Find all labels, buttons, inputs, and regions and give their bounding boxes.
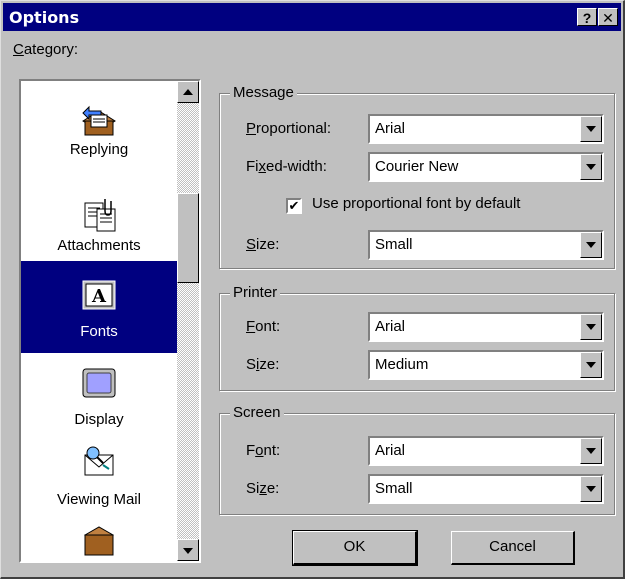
attachments-icon <box>79 195 119 235</box>
arrow-down-icon <box>183 548 193 554</box>
category-item-partial[interactable] <box>21 521 177 561</box>
use-proportional-checkbox[interactable]: ✔ <box>286 198 302 214</box>
proportional-label: Proportional: <box>246 120 332 137</box>
printer-group: Printer Font: Arial Size: Medium <box>219 284 615 391</box>
ok-button[interactable]: OK <box>292 530 418 566</box>
chevron-down-icon <box>586 126 596 132</box>
dropdown-button[interactable] <box>580 232 602 258</box>
category-item-label: Attachments <box>57 237 141 254</box>
message-size-label: Size: <box>246 236 280 253</box>
printer-size-select[interactable]: Medium <box>368 350 604 380</box>
category-item-attachments[interactable]: Attachments <box>21 183 177 265</box>
dropdown-button[interactable] <box>580 438 602 464</box>
replying-icon <box>79 101 119 141</box>
screen-legend: Screen <box>230 404 284 421</box>
screen-font-value: Arial <box>375 442 406 459</box>
printer-size-value: Medium <box>375 356 429 373</box>
printer-legend: Printer <box>230 284 281 301</box>
scroll-up-button[interactable] <box>177 81 199 103</box>
close-button[interactable]: ✕ <box>598 8 618 26</box>
arrow-up-icon <box>183 89 193 95</box>
printer-font-select[interactable]: Arial <box>368 312 604 342</box>
chevron-down-icon <box>586 362 596 368</box>
options-dialog: Options ? ✕ Category: Replying Attachmen… <box>0 0 625 579</box>
category-item-label: Viewing Mail <box>57 491 141 508</box>
help-button[interactable]: ? <box>577 8 597 26</box>
category-scrollbar[interactable] <box>177 81 199 561</box>
printer-size-label: Size: <box>246 356 280 373</box>
category-item-viewing-mail[interactable]: Viewing Mail <box>21 439 177 521</box>
category-list[interactable]: Replying Attachments A Fonts Display Vie… <box>19 79 201 563</box>
category-item-replying[interactable]: Replying <box>21 81 177 163</box>
use-proportional-label[interactable]: Use proportional font by default <box>312 195 520 212</box>
message-group: Message Proportional: Arial Fixed-width:… <box>219 84 615 269</box>
scroll-thumb[interactable] <box>177 193 199 283</box>
chevron-down-icon <box>586 242 596 248</box>
message-size-value: Small <box>375 236 413 253</box>
screen-group: Screen Font: Arial Size: Small <box>219 404 615 515</box>
category-item-fonts[interactable]: A Fonts <box>21 261 177 353</box>
printer-font-label: Font: <box>246 318 281 335</box>
category-item-display[interactable]: Display <box>21 357 177 439</box>
cancel-button[interactable]: Cancel <box>451 531 575 565</box>
scroll-down-button[interactable] <box>177 539 199 561</box>
display-icon <box>79 363 119 403</box>
category-item-label: Display <box>74 411 124 428</box>
chevron-down-icon <box>586 448 596 454</box>
screen-font-label: Font: <box>246 442 281 459</box>
proportional-font-value: Arial <box>375 120 406 137</box>
message-size-select[interactable]: Small <box>368 230 604 260</box>
svg-text:A: A <box>91 286 107 307</box>
category-item-label: Replying <box>69 141 129 158</box>
screen-size-select[interactable]: Small <box>368 474 604 504</box>
screen-size-value: Small <box>375 480 413 497</box>
window-title: Options <box>9 8 80 27</box>
dropdown-button[interactable] <box>580 154 602 180</box>
dropdown-button[interactable] <box>580 116 602 142</box>
dropdown-button[interactable] <box>580 314 602 340</box>
chevron-down-icon <box>586 486 596 492</box>
category-label: Category: <box>13 41 79 58</box>
printer-font-value: Arial <box>375 318 406 335</box>
dropdown-button[interactable] <box>580 352 602 378</box>
dropdown-button[interactable] <box>580 476 602 502</box>
screen-font-select[interactable]: Arial <box>368 436 604 466</box>
title-bar[interactable]: Options ? ✕ <box>3 3 621 31</box>
category-item-label: Fonts <box>80 323 118 340</box>
fixed-width-font-select[interactable]: Courier New <box>368 152 604 182</box>
proportional-font-select[interactable]: Arial <box>368 114 604 144</box>
fixed-width-label: Fixed-width: <box>246 158 327 175</box>
chevron-down-icon <box>586 324 596 330</box>
fixed-width-font-value: Courier New <box>375 158 459 175</box>
fonts-icon: A <box>79 275 119 315</box>
message-legend: Message <box>230 84 297 101</box>
chevron-down-icon <box>586 164 596 170</box>
box-icon <box>79 521 119 561</box>
screen-size-label: Size: <box>246 480 280 497</box>
viewing-mail-icon <box>79 443 119 483</box>
